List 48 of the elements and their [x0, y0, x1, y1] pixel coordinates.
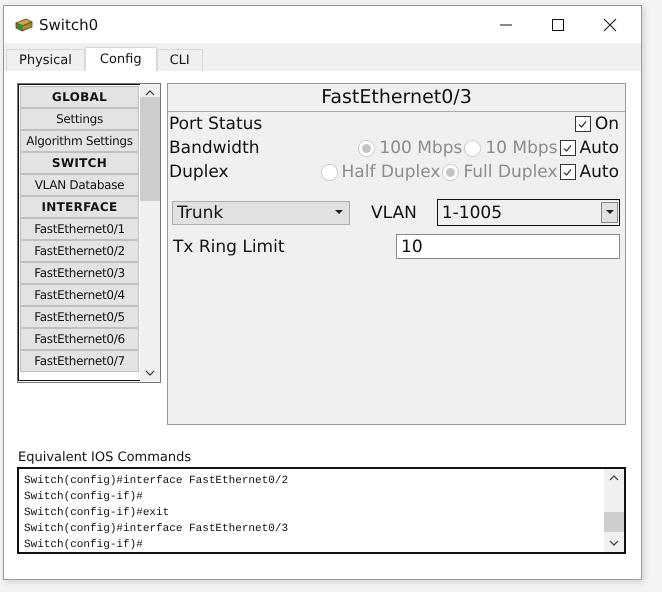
sidebar-item[interactable]: VLAN Database	[20, 174, 139, 196]
field-label: Bandwidth	[169, 138, 260, 158]
field-label: Duplex	[169, 162, 229, 182]
sidebar-item[interactable]: FastEthernet0/2	[20, 240, 139, 262]
scrollbar[interactable]	[140, 84, 160, 382]
sidebar-item[interactable]: FastEthernet0/5	[20, 306, 139, 328]
vlan-dropdown[interactable]: 1-1005	[436, 199, 620, 226]
section-label: Equivalent IOS Commands	[17, 450, 192, 465]
scrollbar[interactable]	[604, 469, 624, 552]
console-line: Switch(config-if)#exit	[24, 506, 170, 521]
sidebar-item[interactable]: FastEthernet0/6	[20, 328, 139, 350]
sidebar-item[interactable]: GLOBAL	[20, 86, 139, 108]
sidebar-item[interactable]: FastEthernet0/1	[20, 218, 139, 240]
sidebar-item[interactable]: SWITCH	[20, 152, 139, 174]
window-title: Switch0	[39, 16, 98, 34]
close-icon[interactable]	[603, 18, 617, 32]
scroll-up-icon[interactable]	[609, 474, 619, 482]
field-label: Port Status	[169, 114, 262, 134]
console-line: Switch(config-if)#	[24, 538, 144, 552]
console-line: Switch(config)#interface FastEthernet0/2	[24, 474, 290, 489]
scroll-down-icon[interactable]	[609, 539, 619, 547]
on-checkbox[interactable]: On	[574, 114, 619, 134]
tab[interactable]: Config	[84, 47, 157, 71]
tab[interactable]: CLI	[156, 49, 203, 71]
scroll-thumb[interactable]	[604, 512, 624, 532]
sidebar-item[interactable]: INTERFACE	[20, 196, 139, 218]
field-label: Tx Ring Limit	[173, 236, 284, 256]
scroll-up-icon[interactable]	[145, 89, 155, 97]
tx-ring-limit-field[interactable]: 10	[396, 234, 620, 259]
dropdown-arrow-icon	[606, 210, 614, 215]
checkmark-icon	[562, 166, 574, 178]
sidebar-item[interactable]: FastEthernet0/7	[20, 350, 139, 372]
sidebar-item[interactable]: Algorithm Settings	[20, 130, 139, 152]
panel-title: FastEthernet0/3	[168, 84, 625, 112]
scroll-thumb[interactable]	[140, 97, 160, 201]
maximize-icon[interactable]	[551, 18, 565, 32]
tab[interactable]: Physical	[6, 49, 85, 71]
field-label: VLAN	[371, 202, 417, 222]
sidebar-item[interactable]: Settings	[20, 108, 139, 130]
console-line: Switch(config-if)#	[24, 490, 144, 505]
scroll-down-icon[interactable]	[145, 369, 155, 377]
dropdown-arrow-icon	[335, 210, 343, 215]
mode-dropdown[interactable]: Trunk	[172, 200, 350, 224]
sidebar-item[interactable]: FastEthernet0/3	[20, 262, 139, 284]
sidebar-item[interactable]: FastEthernet0/4	[20, 284, 139, 306]
checkmark-icon	[562, 142, 574, 154]
console-line: Switch(config)#interface FastEthernet0/3	[24, 522, 290, 537]
checkmark-icon	[577, 118, 588, 130]
